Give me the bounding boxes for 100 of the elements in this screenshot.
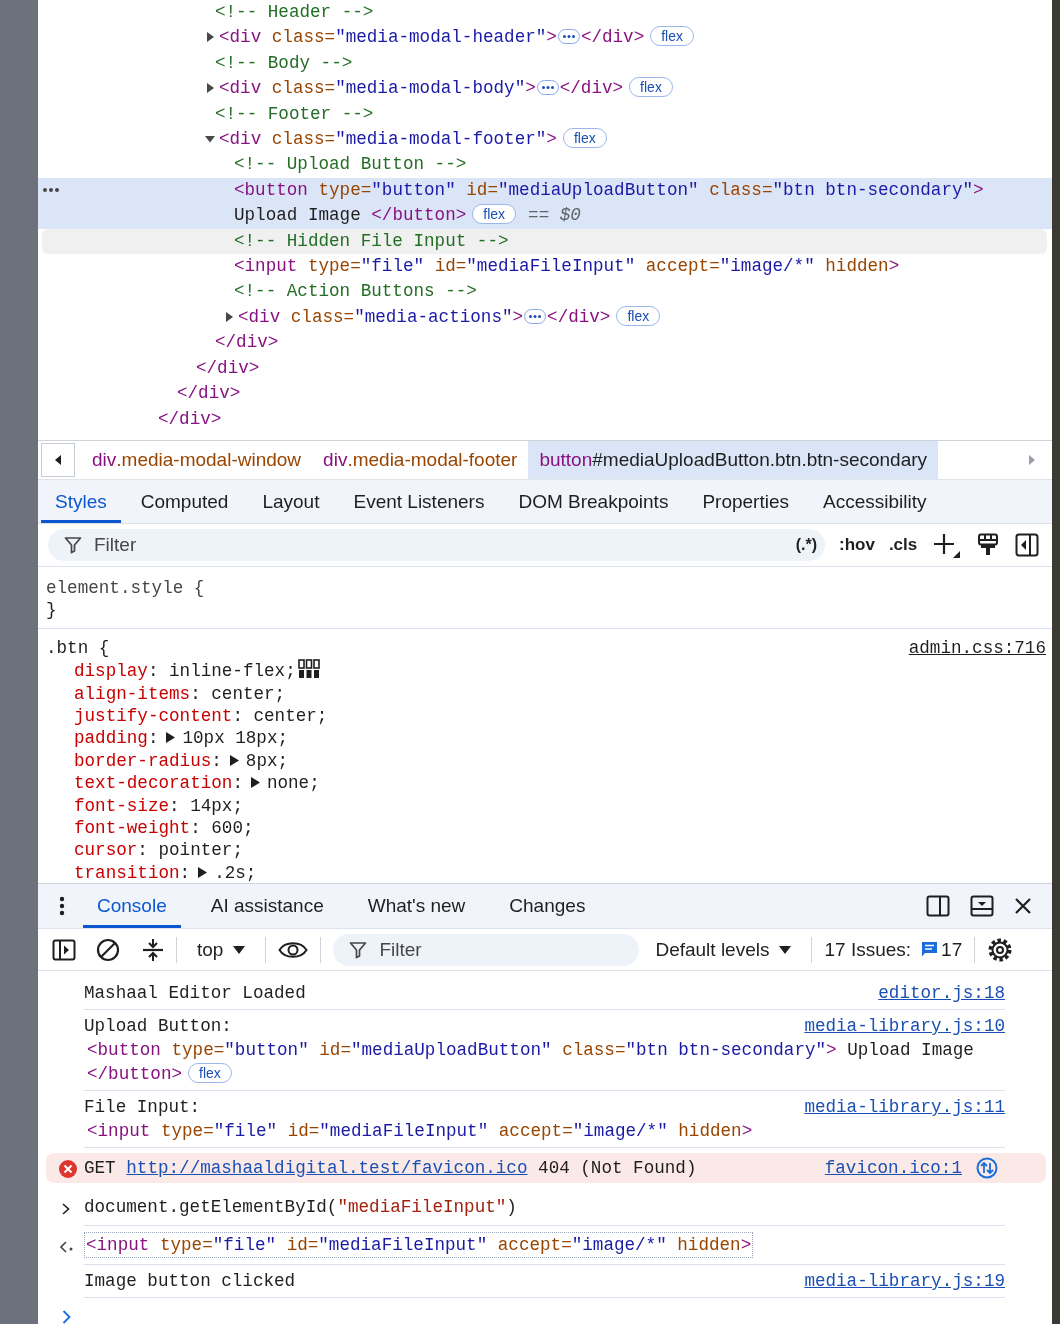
dom-node-code: </div> [580,27,645,48]
tab[interactable]: Changes [495,884,600,928]
selected-row[interactable]: <button type="button" id="mediaUploadButton" class="btn btn-secondary"> Upload Image </button> flex == $0 [38,177,1052,229]
source-link[interactable]: media-library.js:10 [804,1014,1005,1038]
css-property: border-radius: [74,750,222,771]
dom-node-code: <!-- Hidden File Input --> [234,230,509,251]
css-value: none; [266,773,320,794]
row-menu-icon[interactable] [42,186,60,193]
dom-node-code: Upload Image [847,1040,975,1060]
scroll-left-button[interactable] [41,443,75,477]
dom-node-code: <div class="media-modal-header"> [219,27,557,48]
expand-arrow-icon[interactable] [205,32,216,43]
context-selector[interactable]: top [189,938,254,961]
expand-arrow-icon[interactable] [229,754,239,766]
expand-arrow-icon[interactable] [224,311,235,322]
tab[interactable]: AI assistance [196,884,338,928]
flex-badge[interactable]: flex [616,305,661,326]
css-value: .2s; [214,862,257,883]
dom-node-code: </div> [559,78,624,99]
dom-node-code: <!-- Header --> [215,2,374,22]
dom-node-code: </div> [177,383,241,404]
expand-arrow-icon[interactable] [198,866,208,878]
css-value: 10px 18px; [182,728,289,749]
tab[interactable]: Console [83,884,181,928]
dom-node-code: </button> [371,205,467,226]
filter-input[interactable]: Filter [92,533,786,557]
arrow-right-icon[interactable] [1028,455,1036,465]
filter-input[interactable]: Filter [377,937,632,962]
expand-arrow-icon[interactable] [205,83,216,94]
css-selector: element.style { [46,577,205,600]
ellipsis-button[interactable] [524,308,547,324]
breadcrumb[interactable]: div.media-modal-footer [312,441,529,479]
regex-toggle[interactable]: (.*) [795,536,817,554]
result-arrow-icon [60,1241,74,1253]
css-value: center; [252,706,328,727]
paint-brush-icon[interactable] [977,533,1000,557]
tab[interactable]: DOM Breakpoints [504,480,683,523]
class-toggle[interactable]: .cls [888,535,918,555]
filter-field[interactable]: Filter (.*) [48,529,825,561]
dom-node-code: </div> [158,408,222,429]
log-levels-dropdown[interactable]: Default levels [639,938,800,961]
flex-badge[interactable]: flex [188,1063,232,1083]
css-value: pointer; [157,840,243,861]
expand-arrow-icon[interactable] [205,134,216,145]
network-request-icon[interactable] [976,1157,998,1179]
dom-node-code: <button type="button" id="mediaUploadButton" class="btn btn-secondary"> [234,179,985,200]
dock-bottom-icon[interactable] [970,895,994,917]
more-options-icon[interactable] [59,896,65,916]
css-property: padding: [74,728,159,749]
prompt-chevron-icon [62,1203,70,1215]
log-message: Mashaal Editor Loaded [84,982,306,1005]
close-icon[interactable] [1014,897,1032,915]
issues-label: 17 Issues: [824,938,912,961]
log-message: File Input: [84,1096,201,1119]
flex-badge[interactable]: flex [562,128,607,149]
sidebar-toggle-icon[interactable] [52,938,76,961]
css-property: transition: [74,862,191,883]
tab[interactable]: What's new [353,884,480,928]
dom-node-code: <input type="file" id="mediaFileInput" accept="image/*" hidden> [234,256,900,277]
tab[interactable]: Computed [126,480,243,523]
hover-state-toggle[interactable]: :hov [839,535,875,555]
url-link[interactable]: http://mashaaldigital.test/favicon.ico [126,1158,528,1178]
tab[interactable]: Properties [688,480,803,523]
source-link[interactable]: favicon.ico:1 [824,1156,962,1180]
hovered-row[interactable]: <!-- Hidden File Input --> [42,228,1047,255]
expand-arrow-icon[interactable] [250,777,260,789]
source-link[interactable]: media-library.js:11 [804,1095,1005,1119]
source-link[interactable]: media-library.js:19 [804,1269,1005,1293]
eye-icon[interactable] [278,939,309,960]
issues-counter[interactable]: 17 [921,938,963,961]
sidebar-toggle-icon[interactable] [1015,533,1040,557]
css-value: 8px; [245,750,289,771]
tab[interactable]: Styles [41,480,121,523]
source-link[interactable]: editor.js:18 [878,981,1005,1005]
flex-badge[interactable]: flex [650,26,695,47]
collapse-arrows-icon[interactable] [142,937,164,962]
tab[interactable]: Accessibility [809,480,941,523]
expand-arrow-icon[interactable] [166,732,176,744]
closing-brace: } [46,599,58,622]
error-icon [59,1160,77,1178]
tab[interactable]: Layout [248,480,334,523]
add-rule-icon[interactable] [933,532,962,558]
console-reference: == $0 [528,205,581,226]
flex-editor-icon[interactable] [297,659,320,680]
prompt-chevron-icon[interactable] [62,1310,71,1324]
breadcrumb[interactable]: button#mediaUploadButton.btn.btn-secondary [528,441,939,479]
breadcrumb[interactable]: div.media-modal-window [81,441,313,479]
filter-field[interactable]: Filter [333,933,640,966]
dom-node-code: <div class="media-modal-body"> [219,78,536,99]
arrow-left-icon[interactable] [54,455,62,465]
ellipsis-button[interactable] [557,29,580,45]
ellipsis-button[interactable] [536,80,559,96]
dock-side-icon[interactable] [926,895,950,917]
flex-badge[interactable]: flex [629,77,673,98]
source-link[interactable]: admin.css:716 [908,636,1046,660]
settings-icon[interactable] [987,936,1014,963]
log-message: Image button clicked [84,1270,296,1293]
clear-console-icon[interactable] [96,937,120,962]
flex-badge[interactable]: flex [472,204,517,225]
tab[interactable]: Event Listeners [339,480,499,523]
